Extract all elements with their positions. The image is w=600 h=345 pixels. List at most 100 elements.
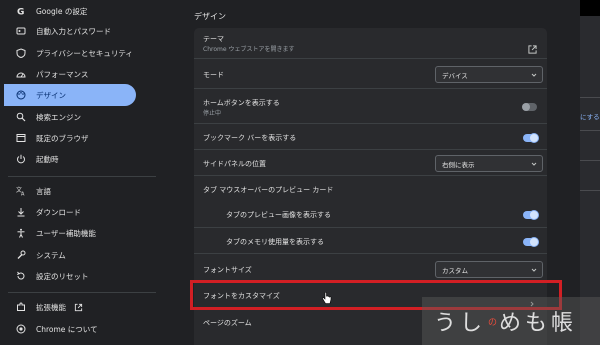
svg-text:A: A — [21, 192, 25, 197]
tab-memory-row[interactable]: タブのメモリ使用量を表示する — [194, 227, 547, 253]
home-button-label: ホームボタンを表示する — [203, 99, 280, 107]
toggle-knob — [530, 238, 538, 246]
sidebar-item-system[interactable]: システム — [4, 244, 136, 266]
svg-text:G: G — [17, 8, 24, 17]
sidebar-item-reset[interactable]: 設定のリセット — [4, 265, 136, 287]
search-icon — [16, 112, 26, 122]
sidebar-item-label: パフォーマンス — [36, 69, 89, 79]
bookmark-bar-label: ブックマーク バーを表示する — [203, 134, 297, 142]
external-link-icon — [74, 303, 83, 312]
home-button-sublabel: 停止中 — [203, 110, 222, 117]
sidebar-item-extensions[interactable]: 拡張機能 — [4, 296, 136, 318]
sidebar-item-language[interactable]: 文A 言語 — [4, 180, 136, 202]
right-panel-line — [580, 130, 600, 131]
mode-label: モード — [203, 71, 224, 79]
sidebar-item-downloads[interactable]: ダウンロード — [4, 201, 136, 223]
sidebar-item-label: システム — [36, 250, 66, 260]
theme-row[interactable]: テーマ Chrome ウェブストアを開きます — [194, 28, 547, 58]
sidebar-item-performance[interactable]: パフォーマンス — [4, 63, 136, 85]
tab-memory-toggle[interactable] — [523, 238, 538, 246]
speedometer-icon — [16, 69, 26, 79]
side-panel-select-value: 右側に表示 — [442, 160, 475, 169]
sidebar-item-about-chrome[interactable]: Chrome について — [4, 318, 136, 340]
settings-sidebar: G Google の設定 自動入力とパスワード プライバシーとセキュリティ パフ… — [0, 0, 160, 345]
chrome-icon — [16, 324, 26, 334]
palette-icon — [16, 90, 26, 100]
sidebar-item-label: 言語 — [36, 186, 51, 196]
sidebar-item-label: 既定のブラウザ — [36, 133, 89, 143]
side-panel-label: サイドパネルの位置 — [203, 160, 266, 168]
wrench-icon — [16, 250, 26, 260]
mode-row: モード デバイス — [194, 58, 547, 88]
toggle-knob — [530, 134, 538, 142]
sidebar-item-autofill[interactable]: 自動入力とパスワード — [4, 20, 136, 42]
bookmark-bar-row[interactable]: ブックマーク バーを表示する — [194, 123, 547, 149]
tab-hover-label: タブ マウスオーバーのプレビュー カード — [203, 186, 334, 194]
external-link-icon[interactable] — [528, 39, 537, 54]
theme-sublabel: Chrome ウェブストアを開きます — [203, 46, 295, 53]
sidebar-item-privacy[interactable]: プライバシーとセキュリティ — [4, 42, 136, 64]
sidebar-item-label: ユーザー補助機能 — [36, 228, 96, 238]
right-partial-panel — [580, 0, 600, 345]
sidebar-divider — [8, 292, 156, 293]
sidebar-item-design[interactable]: デザイン — [4, 84, 136, 106]
bookmark-bar-toggle[interactable] — [523, 134, 538, 142]
right-panel-text[interactable]: にする — [580, 111, 600, 121]
sidebar-item-label: ダウンロード — [36, 207, 81, 217]
sidebar-item-label: Chrome について — [36, 324, 98, 334]
puzzle-icon — [16, 302, 26, 312]
chevron-down-icon — [531, 72, 537, 78]
sidebar-divider — [8, 176, 156, 177]
tab-preview-image-label: タブのプレビュー画像を表示する — [226, 211, 331, 219]
watermark-text-small: の — [488, 317, 498, 328]
accessibility-icon — [16, 228, 26, 238]
tab-preview-image-toggle[interactable] — [523, 211, 538, 219]
watermark: うし の めも帳 — [422, 297, 600, 345]
chevron-down-icon — [531, 161, 537, 167]
browser-icon — [16, 133, 26, 143]
translate-icon: 文A — [16, 186, 26, 196]
sidebar-item-label: デザイン — [36, 90, 66, 100]
side-panel-select[interactable]: 右側に表示 — [435, 155, 543, 172]
right-panel-line — [580, 160, 600, 161]
tab-memory-label: タブのメモリ使用量を表示する — [226, 238, 324, 246]
mode-select-value: デバイス — [442, 71, 468, 80]
sidebar-item-label: 起動時 — [36, 154, 59, 164]
sidebar-item-default-browser[interactable]: 既定のブラウザ — [4, 127, 136, 149]
sidebar-item-label: 自動入力とパスワード — [36, 26, 111, 36]
sidebar-item-label: Google の設定 — [36, 6, 88, 16]
theme-label: テーマ — [203, 35, 224, 43]
page-zoom-label: ページのズーム — [203, 319, 252, 327]
right-panel-line — [580, 190, 600, 191]
font-size-select-value: カスタム — [442, 266, 468, 275]
home-button-toggle[interactable] — [522, 103, 537, 111]
sidebar-item-label: 拡張機能 — [36, 302, 66, 312]
sidebar-item-label: 検索エンジン — [36, 112, 81, 122]
download-icon — [16, 207, 26, 217]
sidebar-item-startup[interactable]: 起動時 — [4, 148, 136, 170]
shield-icon — [16, 48, 26, 58]
reset-icon — [16, 271, 26, 281]
tab-preview-image-row[interactable]: タブのプレビュー画像を表示する — [194, 201, 547, 227]
toggle-knob — [530, 211, 538, 219]
sidebar-item-search-engine[interactable]: 検索エンジン — [4, 106, 136, 128]
sidebar-item-accessibility[interactable]: ユーザー補助機能 — [4, 222, 136, 244]
toggle-knob — [522, 103, 530, 111]
sidebar-item-google[interactable]: G Google の設定 — [4, 0, 136, 22]
google-icon: G — [16, 6, 26, 17]
power-icon — [16, 154, 26, 164]
autofill-icon — [16, 26, 26, 36]
right-panel-line — [580, 97, 600, 98]
hand-cursor-icon — [322, 290, 332, 304]
side-panel-row: サイドパネルの位置 右側に表示 — [194, 149, 547, 175]
sidebar-item-label: プライバシーとセキュリティ — [36, 48, 133, 58]
right-panel-top — [580, 0, 600, 16]
font-size-select[interactable]: カスタム — [435, 261, 543, 278]
chevron-down-icon — [531, 267, 537, 273]
watermark-text-a: うし — [434, 311, 487, 336]
mode-select[interactable]: デバイス — [435, 66, 543, 83]
watermark-text-b: めも帳 — [499, 311, 578, 336]
home-button-row[interactable]: ホームボタンを表示する 停止中 — [194, 88, 547, 123]
tab-hover-row: タブ マウスオーバーのプレビュー カード — [194, 175, 547, 201]
sidebar-item-label: 設定のリセット — [36, 271, 89, 281]
